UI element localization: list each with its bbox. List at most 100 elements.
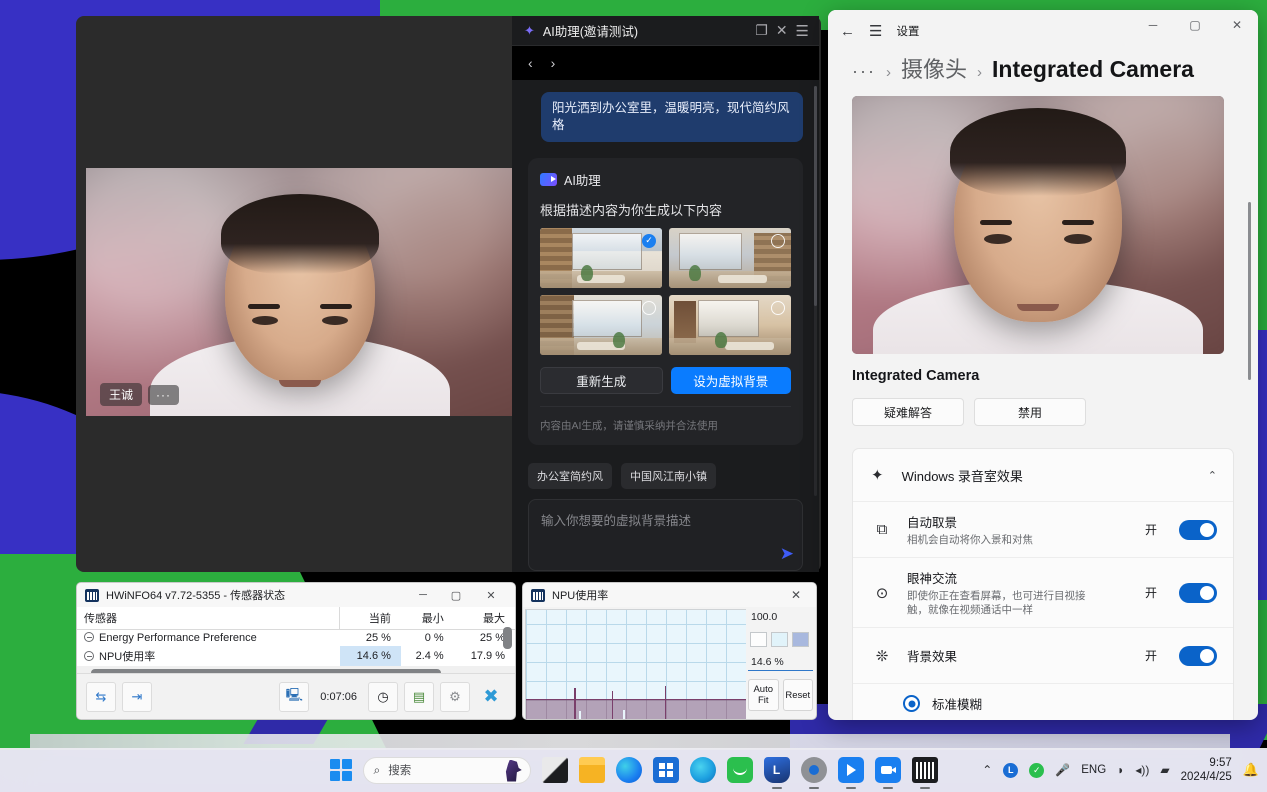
close-button[interactable]: ✕: [1216, 10, 1258, 40]
video-person-eye-left: [252, 316, 278, 325]
minimize-button[interactable]: ─: [1132, 10, 1174, 40]
disable-button[interactable]: 禁用: [974, 398, 1086, 426]
settings-scrollbar[interactable]: [1248, 202, 1251, 380]
background-effects-toggle[interactable]: [1179, 646, 1217, 666]
ai-scrollbar-thumb[interactable]: [814, 86, 817, 306]
maximize-button[interactable]: ▢: [1174, 10, 1216, 40]
image-selected-check-icon[interactable]: ✓: [642, 234, 656, 248]
set-virtual-background-button[interactable]: 设为虚拟背景: [671, 367, 792, 394]
suggestion-chip-2[interactable]: 中国风江南小镇: [621, 463, 716, 489]
image-select-radio-3[interactable]: [642, 301, 656, 315]
thumb-window: [679, 233, 742, 270]
suggestion-chip-1[interactable]: 办公室简约风: [528, 463, 612, 489]
generated-image-3[interactable]: [540, 295, 662, 355]
microphone-icon[interactable]: 🎤: [1055, 763, 1070, 777]
close-x-icon[interactable]: ✖: [476, 682, 506, 712]
send-icon[interactable]: ➤: [780, 544, 794, 564]
gear-icon[interactable]: ⚙: [440, 682, 470, 712]
chevron-up-icon[interactable]: ⌃: [1208, 469, 1217, 482]
breadcrumb-parent-link[interactable]: 摄像头: [901, 52, 967, 84]
taskbar-app-security[interactable]: [764, 757, 790, 783]
breadcrumb-overflow-button[interactable]: ···: [852, 61, 876, 82]
sensor-table[interactable]: 传感器 当前 最小 最大 Energy Performance Preferen…: [77, 607, 515, 666]
clock[interactable]: 9:57 2024/4/25: [1181, 756, 1232, 784]
taskbar-app-task-view[interactable]: [542, 757, 568, 783]
participant-more-button[interactable]: ···: [148, 385, 179, 405]
taskbar-app-settings[interactable]: [801, 757, 827, 783]
generated-image-grid: ✓: [540, 228, 791, 355]
eye-contact-toggle[interactable]: [1179, 583, 1217, 603]
monitors-icon[interactable]: 🖳: [279, 682, 309, 712]
table-row[interactable]: NPU使用率 14.6 % 2.4 % 17.9 %: [77, 646, 515, 666]
effects-card-title: Windows 录音室效果: [902, 466, 1190, 485]
hamburger-menu-icon[interactable]: ☰: [869, 22, 882, 40]
menu-icon[interactable]: ☰: [796, 22, 809, 40]
column-header-sensor[interactable]: 传感器: [77, 607, 340, 630]
back-icon[interactable]: ←: [840, 23, 855, 40]
taskbar-app-wechat[interactable]: [727, 757, 753, 783]
taskbar-app-media[interactable]: [838, 757, 864, 783]
taskbar-app-browser[interactable]: [690, 757, 716, 783]
video-tile[interactable]: 王诚 ···: [86, 168, 513, 416]
camera-preview: [852, 96, 1224, 354]
taskbar-app-explorer[interactable]: [579, 757, 605, 783]
npu-close-button[interactable]: ✕: [784, 583, 808, 607]
close-icon[interactable]: ✕: [776, 22, 788, 39]
taskbar-app-edge[interactable]: [616, 757, 642, 783]
chevron-left-icon[interactable]: ‹: [528, 55, 533, 71]
setting-row-standard-blur[interactable]: 标准模糊: [853, 683, 1233, 720]
troubleshoot-button[interactable]: 疑难解答: [852, 398, 964, 426]
taskbar-app-meeting[interactable]: [875, 757, 901, 783]
video-person-eye-right: [322, 316, 348, 325]
collapse-icon[interactable]: [84, 632, 94, 642]
tray-defender-icon[interactable]: ✓: [1029, 763, 1044, 778]
report-icon[interactable]: ▤: [404, 682, 434, 712]
ai-conversation-scroll[interactable]: 阳光洒到办公室里，温暖明亮，现代简约风格 AI助理 根据描述内容为你生成以下内容…: [512, 80, 819, 572]
generated-image-1[interactable]: ✓: [540, 228, 662, 288]
hwinfo-minimize-button[interactable]: ─: [409, 583, 437, 607]
search-input[interactable]: ⌕ 搜索: [363, 757, 531, 784]
hwinfo-maximize-button[interactable]: ▢: [442, 583, 470, 607]
npu-swatch-1[interactable]: [750, 632, 767, 647]
generated-image-4[interactable]: [669, 295, 791, 355]
prompt-composer[interactable]: 输入你想要的虚拟背景描述 ➤: [528, 499, 803, 571]
battery-icon[interactable]: ▰: [1160, 763, 1169, 777]
clock-icon[interactable]: ◷: [368, 682, 398, 712]
npu-swatch-2[interactable]: [771, 632, 788, 647]
taskbar-app-hwinfo[interactable]: [912, 757, 938, 783]
auto-fit-button[interactable]: Auto Fit: [748, 679, 779, 711]
hwinfo-close-button[interactable]: ✕: [477, 583, 505, 607]
npu-swatch-3[interactable]: [792, 632, 809, 647]
taskbar-app-store[interactable]: [653, 757, 679, 783]
image-select-radio-4[interactable]: [771, 301, 785, 315]
effects-card-header[interactable]: ✦ Windows 录音室效果 ⌃: [853, 449, 1233, 501]
auto-framing-toggle[interactable]: [1179, 520, 1217, 540]
collapse-icon[interactable]: [84, 651, 94, 661]
regenerate-button[interactable]: 重新生成: [540, 367, 663, 394]
arrows-in-icon[interactable]: ⇥: [122, 682, 152, 712]
sensor-table-vertical-scrollbar[interactable]: [503, 627, 512, 649]
table-row[interactable]: Energy Performance Preference 25 % 0 % 2…: [77, 630, 515, 647]
thumb-sofa: [718, 275, 767, 283]
sensor-name-cell: NPU使用率: [77, 646, 340, 666]
chevron-up-icon[interactable]: ⌃: [982, 763, 992, 777]
wifi-icon[interactable]: ◗: [1117, 763, 1124, 777]
chevron-right-icon[interactable]: ›: [551, 55, 556, 71]
camera-preview-brow-left: [980, 220, 1012, 225]
standard-blur-radio[interactable]: [903, 695, 920, 712]
npu-usage-chart[interactable]: [525, 609, 746, 720]
language-indicator[interactable]: ENG: [1081, 764, 1106, 776]
column-header-current[interactable]: 当前: [340, 607, 401, 630]
restore-icon[interactable]: ❐: [755, 22, 768, 39]
tray-security-icon[interactable]: L: [1003, 763, 1018, 778]
clock-time: 9:57: [1181, 756, 1232, 770]
column-header-min[interactable]: 最小: [401, 607, 454, 630]
notification-bell-icon[interactable]: 🔔: [1243, 762, 1259, 778]
image-select-radio-2[interactable]: [771, 234, 785, 248]
volume-icon[interactable]: ◂)): [1135, 763, 1149, 777]
sensor-max: 17.9 %: [454, 646, 515, 666]
reset-button[interactable]: Reset: [783, 679, 814, 711]
generated-image-2[interactable]: [669, 228, 791, 288]
arrows-lr-icon[interactable]: ⇆: [86, 682, 116, 712]
start-icon[interactable]: [330, 759, 352, 781]
